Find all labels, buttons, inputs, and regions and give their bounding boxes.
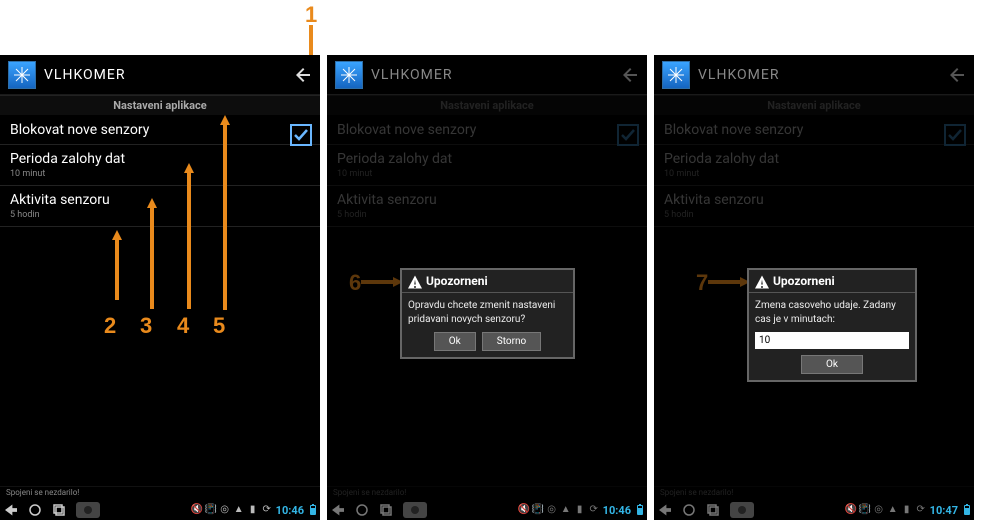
nav-camera-icon[interactable] bbox=[403, 502, 427, 518]
wifi-icon: ▲ bbox=[561, 505, 571, 515]
nav-back-icon[interactable] bbox=[658, 503, 672, 517]
nav-recent-icon[interactable] bbox=[379, 503, 393, 517]
gps-icon: ◎ bbox=[874, 505, 884, 515]
dialog-time-input[interactable] bbox=[755, 332, 909, 349]
wifi-icon: ▲ bbox=[888, 505, 898, 515]
row-sensor-activity: Aktivita senzoru 5 hodin bbox=[654, 186, 974, 227]
appbar: VLHKOMER bbox=[0, 55, 320, 95]
nav-recent-icon[interactable] bbox=[52, 503, 66, 517]
alert-icon bbox=[755, 274, 769, 288]
clock: 10:47 bbox=[930, 504, 958, 517]
battery-icon bbox=[637, 505, 643, 515]
back-button bbox=[621, 66, 639, 84]
checkbox-block-new bbox=[617, 124, 639, 146]
sync-icon: ⟳ bbox=[262, 505, 272, 515]
clock: 10:46 bbox=[603, 504, 631, 517]
dialog-confirm: Upozorneni Opravdu chcete zmenit nastave… bbox=[400, 268, 575, 359]
status-footer: Spojeni se nezdarilo! bbox=[0, 486, 320, 500]
gps-icon: ◎ bbox=[547, 505, 557, 515]
arrow-right-6 bbox=[361, 277, 403, 287]
vibrate-icon: 📳 bbox=[860, 505, 870, 515]
clock: 10:46 bbox=[276, 504, 304, 517]
status-footer: Spojeni se nezdarilo! bbox=[327, 486, 647, 500]
nav-home-icon[interactable] bbox=[28, 503, 42, 517]
panel-3: VLHKOMER Nastaveni aplikace Blokovat nov… bbox=[654, 55, 974, 520]
battery-icon bbox=[964, 505, 970, 515]
alert-icon bbox=[408, 274, 422, 288]
nav-recent-icon[interactable] bbox=[706, 503, 720, 517]
row-subtitle: 10 minut bbox=[10, 169, 310, 179]
sound-icon: 🔇 bbox=[192, 505, 202, 515]
dialog-cancel-button[interactable]: Storno bbox=[482, 332, 541, 351]
settings-header: Nastaveni aplikace bbox=[327, 95, 647, 116]
dialog-ok-button[interactable]: Ok bbox=[434, 332, 476, 351]
row-block-new-sensors: Blokovat nove senzory bbox=[654, 116, 974, 145]
dialog-message: Zmena casoveho udaje. Zadany cas je v mi… bbox=[755, 299, 909, 326]
dialog-title: Upozorneni bbox=[773, 274, 835, 288]
reception-icon: ▮ bbox=[575, 505, 585, 515]
sound-icon: 🔇 bbox=[519, 505, 529, 515]
app-icon bbox=[8, 61, 36, 89]
navbar: 🔇 📳 ◎ ▲ ▮ ⟳ 10:46 bbox=[327, 500, 647, 520]
settings-header: Nastaveni aplikace bbox=[654, 95, 974, 116]
dialog-time: Upozorneni Zmena casoveho udaje. Zadany … bbox=[747, 268, 917, 382]
nav-home-icon[interactable] bbox=[682, 503, 696, 517]
nav-camera-icon[interactable] bbox=[730, 502, 754, 518]
checkbox-block-new[interactable] bbox=[290, 124, 312, 146]
nav-back-icon[interactable] bbox=[331, 503, 345, 517]
arrow-right-7 bbox=[708, 277, 750, 287]
row-sensor-activity: Aktivita senzoru 5 hodin bbox=[327, 186, 647, 227]
row-title: Perioda zalohy dat bbox=[10, 151, 310, 167]
callout-4: 4 bbox=[177, 313, 189, 339]
battery-icon bbox=[310, 505, 316, 515]
panel-2: VLHKOMER Nastaveni aplikace Blokovat nov… bbox=[327, 55, 647, 520]
nav-camera-icon[interactable] bbox=[76, 502, 100, 518]
row-block-new-sensors[interactable]: Blokovat nove senzory bbox=[0, 116, 320, 145]
sound-icon: 🔇 bbox=[846, 505, 856, 515]
row-title: Blokovat nove senzory bbox=[10, 122, 310, 138]
status-footer: Spojeni se nezdarilo! bbox=[654, 486, 974, 500]
reception-icon: ▮ bbox=[902, 505, 912, 515]
settings-header: Nastaveni aplikace bbox=[0, 95, 320, 116]
callout-3: 3 bbox=[140, 313, 152, 339]
gps-icon: ◎ bbox=[220, 505, 230, 515]
nav-back-icon[interactable] bbox=[4, 503, 18, 517]
dialog-title: Upozorneni bbox=[426, 274, 488, 288]
arrow-up-2 bbox=[112, 230, 122, 310]
arrow-up-5 bbox=[220, 115, 230, 310]
vibrate-icon: 📳 bbox=[206, 505, 216, 515]
back-button bbox=[948, 66, 966, 84]
row-title: Aktivita senzoru bbox=[10, 192, 310, 208]
dialog-message: Opravdu chcete zmenit nastaveni pridavan… bbox=[408, 299, 567, 326]
dialog-ok-button[interactable]: Ok bbox=[801, 355, 863, 374]
callout-7: 7 bbox=[696, 270, 708, 296]
arrow-up-4 bbox=[184, 163, 194, 309]
checkbox-block-new bbox=[944, 124, 966, 146]
reception-icon: ▮ bbox=[248, 505, 258, 515]
app-title: VLHKOMER bbox=[698, 67, 948, 83]
sync-icon: ⟳ bbox=[916, 505, 926, 515]
callout-5: 5 bbox=[213, 313, 225, 339]
row-backup-period: Perioda zalohy dat 10 minut bbox=[327, 145, 647, 186]
panel-1: VLHKOMER Nastaveni aplikace Blokovat nov… bbox=[0, 55, 320, 520]
back-button[interactable] bbox=[294, 66, 312, 84]
row-backup-period: Perioda zalohy dat 10 minut bbox=[654, 145, 974, 186]
row-sensor-activity[interactable]: Aktivita senzoru 5 hodin bbox=[0, 186, 320, 227]
row-subtitle: 5 hodin bbox=[10, 210, 310, 220]
row-backup-period[interactable]: Perioda zalohy dat 10 minut bbox=[0, 145, 320, 186]
app-icon bbox=[335, 61, 363, 89]
arrow-up-3 bbox=[147, 198, 157, 309]
callout-2: 2 bbox=[104, 313, 116, 339]
wifi-icon: ▲ bbox=[234, 505, 244, 515]
app-icon bbox=[662, 61, 690, 89]
app-title: VLHKOMER bbox=[371, 67, 621, 83]
nav-home-icon[interactable] bbox=[355, 503, 369, 517]
row-block-new-sensors: Blokovat nove senzory bbox=[327, 116, 647, 145]
callout-6: 6 bbox=[349, 270, 361, 296]
navbar: 🔇 📳 ◎ ▲ ▮ ⟳ 10:46 bbox=[0, 500, 320, 520]
sync-icon: ⟳ bbox=[589, 505, 599, 515]
navbar: 🔇 📳 ◎ ▲ ▮ ⟳ 10:47 bbox=[654, 500, 974, 520]
app-title: VLHKOMER bbox=[44, 67, 294, 83]
vibrate-icon: 📳 bbox=[533, 505, 543, 515]
